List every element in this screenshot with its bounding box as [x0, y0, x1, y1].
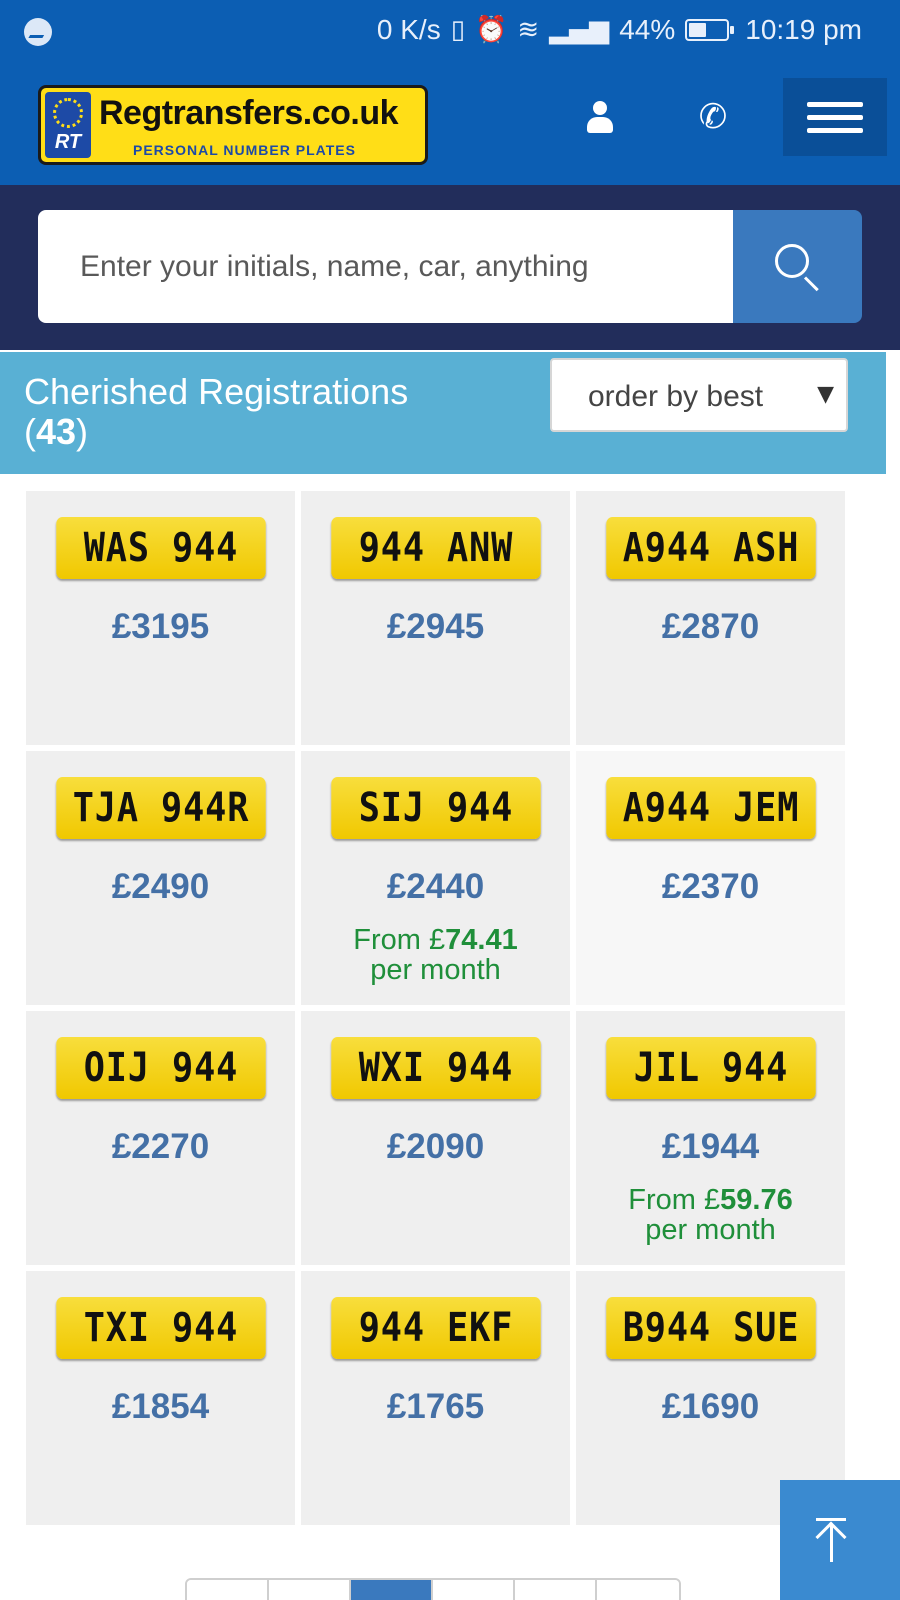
results-count-value: 43	[36, 411, 77, 452]
pagination-item[interactable]	[269, 1580, 351, 1600]
battery-percent: 44%	[619, 14, 676, 45]
phone-icon: ✆	[698, 97, 728, 137]
number-plate[interactable]: 944 EKF	[331, 1297, 541, 1359]
site-logo[interactable]: RT Regtransfers.co.uk PERSONAL NUMBER PL…	[38, 85, 428, 165]
pagination-item[interactable]	[187, 1580, 269, 1600]
finance-offer: From £74.41 per month	[301, 925, 570, 985]
back-to-top-button[interactable]	[780, 1480, 900, 1600]
status-right: 0 K/s ▯ ⏰ ≋ ▂▄▆ 44% 10:19 pm	[377, 14, 862, 46]
plate-card[interactable]: 944 EKF £1765	[301, 1271, 570, 1525]
logo-text: Regtransfers.co.uk	[99, 94, 399, 132]
call-button[interactable]: ✆	[663, 78, 763, 156]
plate-card[interactable]: A944 JEM £2370	[576, 751, 845, 1005]
finance-amount: 59.76	[720, 1184, 793, 1216]
number-plate[interactable]: JIL 944	[606, 1037, 816, 1099]
finance-prefix: From £	[353, 924, 446, 956]
messenger-icon	[24, 18, 52, 46]
wifi-icon: ≋	[517, 15, 540, 45]
finance-offer: From £59.76 per month	[576, 1185, 845, 1245]
clock: 10:19 pm	[745, 14, 862, 45]
search-section	[0, 185, 900, 350]
plate-price: £1854	[111, 1387, 210, 1426]
vibrate-icon: ▯	[450, 15, 466, 45]
alarm-icon: ⏰	[475, 15, 508, 45]
net-speed: 0 K/s	[376, 14, 441, 45]
plate-card[interactable]: WAS 944 £3195	[26, 491, 295, 745]
battery-icon	[685, 19, 735, 41]
status-bar: 0 K/s ▯ ⏰ ≋ ▂▄▆ 44% 10:19 pm	[0, 0, 900, 64]
pagination-item[interactable]	[515, 1580, 597, 1600]
plates-grid: WAS 944 £3195 944 ANW £2945 A944 ASH £28…	[26, 491, 848, 1525]
pagination-item-current[interactable]	[351, 1580, 433, 1600]
account-button[interactable]	[550, 78, 650, 156]
hamburger-icon	[807, 94, 863, 141]
number-plate[interactable]: SIJ 944	[331, 777, 541, 839]
plate-price: £1690	[661, 1387, 760, 1426]
number-plate[interactable]: TJA 944R	[56, 777, 266, 839]
plate-card[interactable]: A944 ASH £2870	[576, 491, 845, 745]
dropdown-arrow-icon: ▼	[817, 382, 834, 407]
eu-flag-badge: RT	[45, 92, 91, 158]
search-input[interactable]	[38, 210, 733, 323]
number-plate[interactable]: OIJ 944	[56, 1037, 266, 1099]
logo-badge-text: RT	[54, 131, 82, 153]
plate-card[interactable]: JIL 944 £1944 From £59.76 per month	[576, 1011, 845, 1265]
site-header: RT Regtransfers.co.uk PERSONAL NUMBER PL…	[0, 64, 900, 185]
plate-price: £1765	[386, 1387, 485, 1426]
plate-card[interactable]: SIJ 944 £2440 From £74.41 per month	[301, 751, 570, 1005]
plate-price: £2440	[386, 867, 485, 906]
plate-card[interactable]: TXI 944 £1854	[26, 1271, 295, 1525]
results-count: (43)	[24, 411, 89, 452]
plate-card[interactable]: TJA 944R £2490	[26, 751, 295, 1005]
user-icon	[586, 101, 614, 133]
number-plate[interactable]: A944 ASH	[606, 517, 816, 579]
pagination	[185, 1578, 681, 1600]
number-plate[interactable]: B944 SUE	[606, 1297, 816, 1359]
sort-select-value: order by best	[588, 380, 764, 413]
plate-price: £2370	[661, 867, 760, 906]
plate-price: £1944	[661, 1127, 760, 1166]
search-button[interactable]	[733, 210, 862, 323]
finance-suffix: per month	[645, 1214, 776, 1246]
pagination-item[interactable]	[597, 1580, 679, 1600]
finance-amount: 74.41	[445, 924, 518, 956]
plate-price: £2870	[661, 607, 760, 646]
plate-card[interactable]: 944 ANW £2945	[301, 491, 570, 745]
plate-price: £3195	[111, 607, 210, 646]
results-title: Cherished Registrations	[24, 371, 409, 412]
eu-stars-icon	[53, 98, 83, 128]
number-plate[interactable]: A944 JEM	[606, 777, 816, 839]
plate-price: £2270	[111, 1127, 210, 1166]
number-plate[interactable]: TXI 944	[56, 1297, 266, 1359]
plate-card[interactable]: WXI 944 £2090	[301, 1011, 570, 1265]
number-plate[interactable]: WAS 944	[56, 517, 266, 579]
number-plate[interactable]: WXI 944	[331, 1037, 541, 1099]
menu-button[interactable]	[783, 78, 887, 156]
logo-tagline: PERSONAL NUMBER PLATES	[133, 142, 356, 158]
signal-icon: ▂▄▆	[549, 15, 610, 45]
number-plate[interactable]: 944 ANW	[331, 517, 541, 579]
plate-price: £2490	[111, 867, 210, 906]
plate-price: £2090	[386, 1127, 485, 1166]
plate-card[interactable]: OIJ 944 £2270	[26, 1011, 295, 1265]
pagination-item[interactable]	[433, 1580, 515, 1600]
results-header: Cherished Registrations (43) order by be…	[0, 352, 886, 474]
finance-suffix: per month	[370, 954, 501, 986]
plate-price: £2945	[386, 607, 485, 646]
finance-prefix: From £	[628, 1184, 721, 1216]
sort-select[interactable]: order by best ▼	[550, 358, 848, 432]
